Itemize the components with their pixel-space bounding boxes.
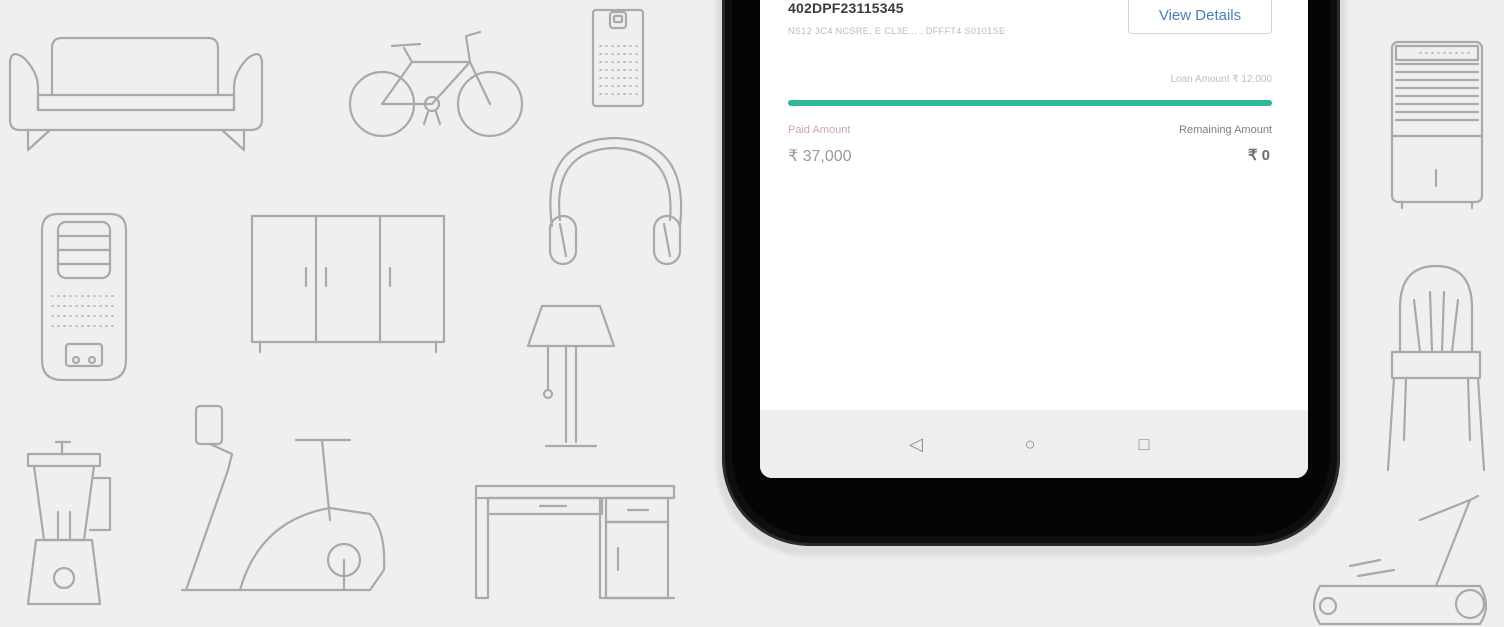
repayment-progress-bar xyxy=(788,100,1272,106)
exercise-bike-icon xyxy=(180,404,386,592)
bicycle-icon xyxy=(348,30,524,138)
treadmill-icon xyxy=(1312,494,1488,626)
wardrobe-icon xyxy=(250,214,446,354)
home-icon[interactable]: ○ xyxy=(1016,430,1044,458)
desk-icon xyxy=(474,484,676,600)
order-id: 402DPF23115345 xyxy=(788,0,904,16)
air-purifier-icon xyxy=(591,8,645,108)
chair-icon xyxy=(1386,264,1486,472)
paid-amount-label: Paid Amount xyxy=(788,124,851,136)
tower-cooler-icon xyxy=(1390,40,1484,210)
sofa-icon xyxy=(8,36,264,152)
air-cooler-icon xyxy=(40,212,128,382)
phone-screen: 402DPF23115345 NS12 3C4 NCSRE, E CL3E...… xyxy=(760,0,1308,478)
repayment-progress-fill xyxy=(788,100,1272,106)
remaining-amount-value: ₹ 0 xyxy=(1247,147,1270,164)
android-nav-bar: ◁ ○ □ xyxy=(760,410,1308,478)
headphones-icon xyxy=(548,136,683,266)
loan-amount-label: Loan Amount ₹ 12,000 xyxy=(1170,74,1272,85)
paid-amount-value: ₹ 37,000 xyxy=(788,148,852,165)
order-description: NS12 3C4 NCSRE, E CL3E... , DFFFT4 S0101… xyxy=(788,26,1006,36)
back-icon[interactable]: ◁ xyxy=(902,430,930,458)
blender-icon xyxy=(26,440,112,606)
remaining-amount-label: Remaining Amount xyxy=(1179,124,1272,136)
recents-icon[interactable]: □ xyxy=(1130,430,1158,458)
view-details-button[interactable]: View Details xyxy=(1128,0,1272,34)
floor-lamp-icon xyxy=(526,304,616,448)
